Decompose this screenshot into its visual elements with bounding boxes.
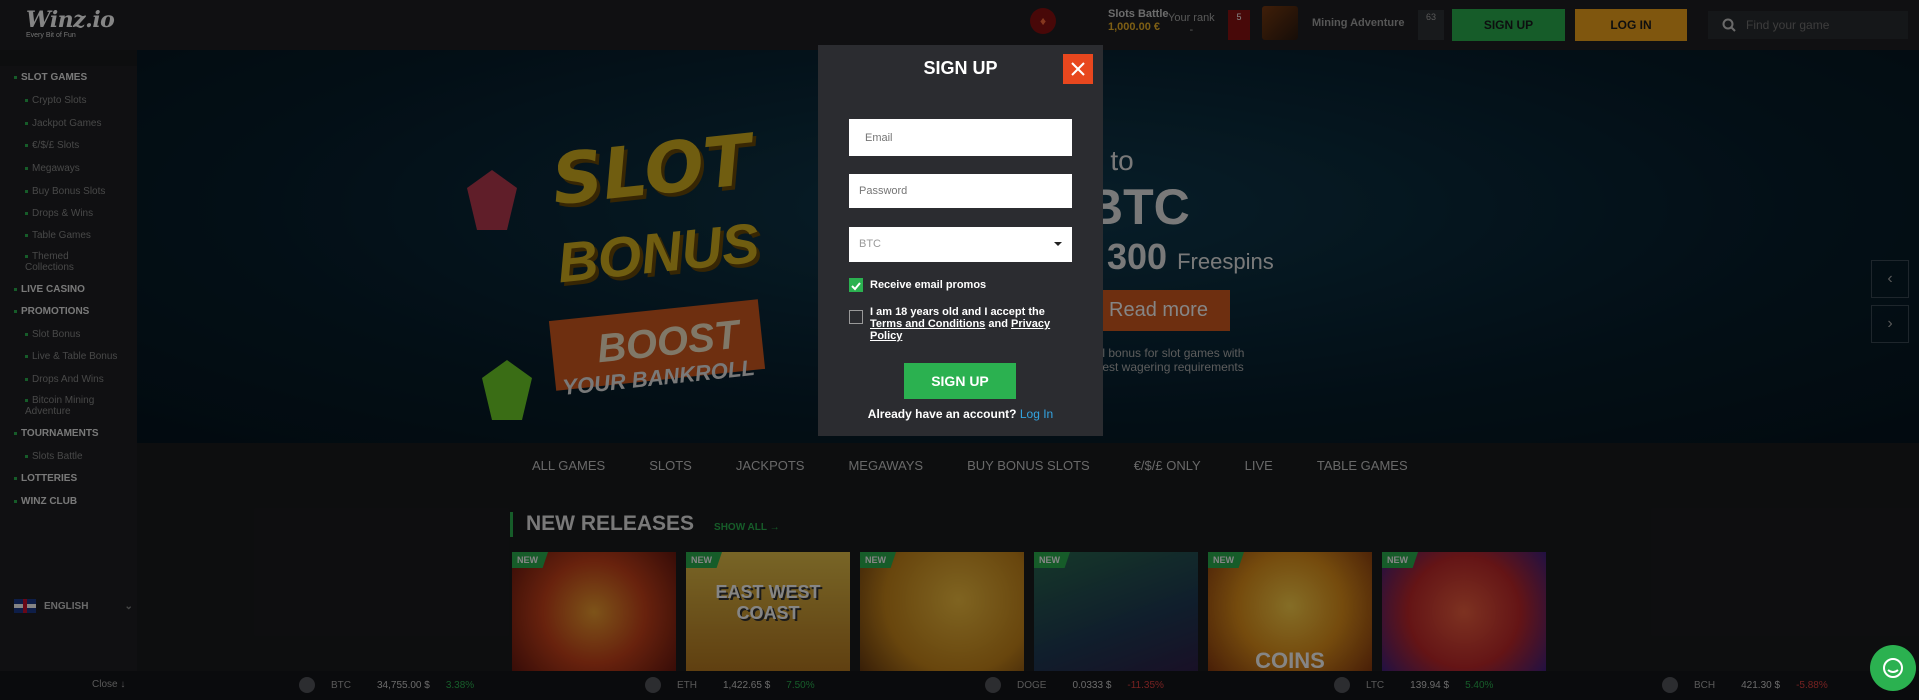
password-field[interactable]	[849, 174, 1072, 208]
modal-close-button[interactable]	[1063, 54, 1093, 84]
email-field[interactable]	[849, 119, 1072, 156]
modal-title: SIGN UP	[923, 58, 998, 78]
modal-footer: Already have an account? Log In	[818, 407, 1103, 421]
terms-link[interactable]: Terms and Conditions	[870, 318, 985, 330]
login-link[interactable]: Log In	[1020, 407, 1053, 421]
footer-text: Already have an account?	[867, 407, 1017, 421]
caret-down-icon	[1054, 242, 1062, 246]
currency-select[interactable]: BTC	[849, 227, 1072, 262]
chat-button[interactable]	[1870, 645, 1916, 691]
promo-checkbox[interactable]	[849, 278, 863, 292]
signup-modal: SIGN UP BTC Receive email promos I am 18…	[818, 45, 1103, 436]
currency-value: BTC	[859, 238, 881, 250]
modal-signup-button[interactable]: SIGN UP	[904, 363, 1016, 399]
checkmark-icon	[851, 282, 861, 291]
page: Winz.io Every Bit of Fun ♦ Slots Battle …	[0, 0, 1919, 700]
terms-checkbox[interactable]	[849, 310, 863, 324]
close-icon	[1071, 62, 1085, 76]
promo-label: Receive email promos	[870, 279, 987, 291]
chat-bubble-icon	[1883, 658, 1903, 678]
terms-label: I am 18 years old and I accept the Terms…	[870, 306, 1051, 342]
